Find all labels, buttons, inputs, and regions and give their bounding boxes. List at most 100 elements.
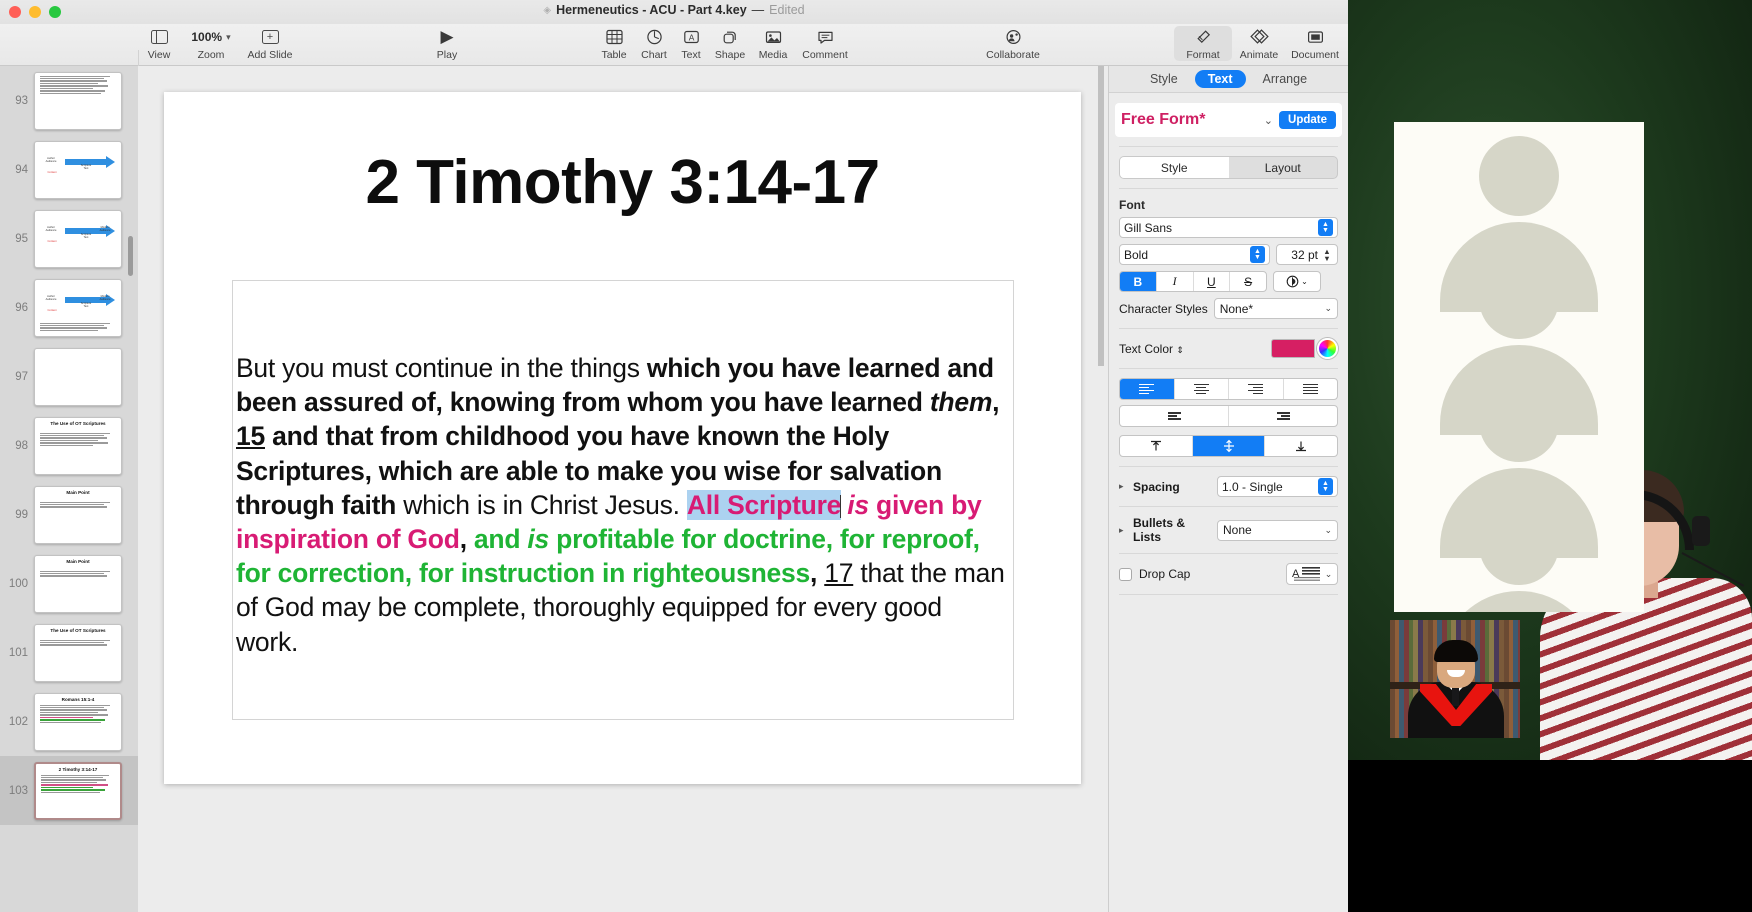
align-top-button[interactable] bbox=[1120, 436, 1193, 456]
format-button[interactable]: Format bbox=[1174, 26, 1232, 61]
tab-arrange[interactable]: Arrange bbox=[1250, 70, 1320, 88]
paragraph-style-name[interactable]: Free Form* bbox=[1121, 111, 1258, 129]
vertical-alignment-group[interactable] bbox=[1119, 435, 1338, 457]
align-justify-button[interactable] bbox=[1284, 379, 1338, 399]
bullets-lists-row[interactable]: ▸ Bullets & Lists None ⌄ bbox=[1119, 516, 1338, 544]
disclosure-triangle-icon[interactable]: ▸ bbox=[1119, 525, 1127, 536]
slide-canvas[interactable]: 2 Timothy 3:14-17 But you must continue … bbox=[164, 92, 1081, 784]
slide-preview[interactable]: The Use of OT Scriptures bbox=[34, 416, 122, 475]
italic-button[interactable]: I bbox=[1157, 272, 1194, 291]
slide-thumbnail-102[interactable]: 102 Romans 15:1-4 bbox=[0, 687, 138, 756]
video-tile-avatar-placeholder[interactable] bbox=[1394, 122, 1644, 612]
media-button[interactable]: Media bbox=[744, 26, 802, 61]
drop-cap-preview-button[interactable]: A ⌄ bbox=[1286, 563, 1338, 585]
slide-preview[interactable]: Main Point bbox=[34, 554, 122, 613]
chevron-down-icon: ⌄ bbox=[1324, 568, 1333, 579]
inspector-tabs[interactable]: Style Text Arrange bbox=[1109, 66, 1348, 93]
slide-title[interactable]: 2 Timothy 3:14-17 bbox=[164, 147, 1081, 218]
update-style-button[interactable]: Update bbox=[1279, 111, 1336, 129]
slide-thumbnail-100[interactable]: 100 Main Point bbox=[0, 549, 138, 618]
horizontal-alignment-group[interactable] bbox=[1119, 378, 1338, 400]
comment-button[interactable]: Comment bbox=[796, 26, 854, 61]
slide-body-text[interactable]: But you must continue in the things whic… bbox=[236, 351, 1008, 659]
align-center-icon bbox=[1193, 383, 1209, 395]
slide-thumbnail-98[interactable]: 98 The Use of OT Scriptures bbox=[0, 411, 138, 480]
collaborate-button[interactable]: Collaborate bbox=[984, 26, 1042, 61]
align-middle-button[interactable] bbox=[1192, 436, 1266, 456]
slide-preview[interactable]: Author Audience Context Scripture Text bbox=[34, 140, 122, 199]
color-wheel-icon[interactable] bbox=[1317, 338, 1338, 359]
zoom-value-group[interactable]: 100% ▾ bbox=[191, 26, 230, 48]
slide-thumbnail-95[interactable]: 95 Author Audience Context Scripture Text Mode… bbox=[0, 204, 138, 273]
font-family-row[interactable]: Gill Sans ▲ ▼ bbox=[1119, 217, 1338, 238]
align-right-button[interactable] bbox=[1229, 379, 1284, 399]
zoom-control[interactable]: 100% ▾ Zoom bbox=[182, 26, 240, 61]
slide-preview[interactable]: 2 Timothy 3:14-17 bbox=[34, 761, 122, 820]
drop-cap-row[interactable]: Drop Cap A ⌄ bbox=[1119, 563, 1338, 585]
view-button[interactable]: View bbox=[130, 26, 188, 61]
thumbnail-title: Romans 15:1-4 bbox=[61, 696, 95, 702]
segment-style[interactable]: Style bbox=[1120, 157, 1229, 178]
paragraph-style-row[interactable]: Free Form* ⌄ Update bbox=[1115, 103, 1342, 137]
slide-preview[interactable]: The Use of OT Scriptures bbox=[34, 623, 122, 682]
text-color-row[interactable]: Text Color ⇕ bbox=[1119, 338, 1338, 359]
indent-group[interactable] bbox=[1119, 405, 1338, 427]
underline-button[interactable]: U bbox=[1194, 272, 1231, 291]
tab-text[interactable]: Text bbox=[1194, 70, 1246, 88]
increase-indent-button[interactable] bbox=[1229, 406, 1337, 426]
slide-thumbnail-97[interactable]: 97 bbox=[0, 342, 138, 411]
document-button[interactable]: Document bbox=[1286, 26, 1344, 61]
slide-preview[interactable] bbox=[34, 347, 122, 406]
font-weight-size-row[interactable]: Bold ▲ ▼ 32 pt ▲ ▼ bbox=[1119, 244, 1338, 265]
stepper-icon[interactable]: ▲ ▼ bbox=[1318, 219, 1333, 236]
slide-thumbnail-101[interactable]: 101 The Use of OT Scriptures bbox=[0, 618, 138, 687]
stepper-icon[interactable]: ▲ ▼ bbox=[1318, 478, 1333, 495]
strikethrough-button[interactable]: S bbox=[1230, 272, 1266, 291]
spacing-select[interactable]: 1.0 - Single ▲ ▼ bbox=[1217, 476, 1338, 497]
play-button[interactable]: ▶ Play bbox=[418, 26, 476, 61]
drop-cap-checkbox[interactable] bbox=[1119, 567, 1132, 581]
canvas-scrollbar[interactable] bbox=[1098, 66, 1104, 366]
navigator-scrollbar[interactable] bbox=[128, 236, 133, 276]
align-left-button[interactable] bbox=[1120, 379, 1175, 399]
slide-thumbnail-93[interactable]: 93 bbox=[0, 66, 138, 135]
slide-navigator[interactable]: 93 94 Author Audience Context Scripture Text 95… bbox=[0, 66, 138, 912]
slide-preview[interactable]: Romans 15:1-4 bbox=[34, 692, 122, 751]
character-styles-select[interactable]: None* ⌄ bbox=[1213, 298, 1338, 319]
slide-thumbnail-94[interactable]: 94 Author Audience Context Scripture Text bbox=[0, 135, 138, 204]
text-style-buttons-row[interactable]: B I U S ⌄ bbox=[1119, 271, 1338, 292]
bold-button[interactable]: B bbox=[1120, 272, 1157, 291]
slide-preview[interactable]: Main Point bbox=[34, 485, 122, 544]
font-weight-select[interactable]: Bold ▲ ▼ bbox=[1119, 244, 1270, 265]
document-title[interactable]: Hermeneutics - ACU - Part 4.key bbox=[556, 3, 747, 17]
text-color-swatch[interactable] bbox=[1271, 339, 1315, 358]
text-icon: A bbox=[683, 26, 700, 48]
slide-preview[interactable]: Author Audience Context Scripture Text Modern… bbox=[34, 209, 122, 268]
spacing-row[interactable]: ▸ Spacing 1.0 - Single ▲ ▼ bbox=[1119, 476, 1338, 497]
chevron-down-icon[interactable]: ⌄ bbox=[1264, 114, 1273, 127]
bullets-select[interactable]: None ⌄ bbox=[1217, 519, 1338, 541]
tab-style[interactable]: Style bbox=[1137, 70, 1191, 88]
align-center-button[interactable] bbox=[1175, 379, 1229, 399]
disclosure-triangle-icon[interactable]: ▸ bbox=[1119, 481, 1127, 492]
slide-thumbnail-96[interactable]: 96 Author Audience Context Scripture Text Mode… bbox=[0, 273, 138, 342]
style-layout-segmented[interactable]: Style Layout bbox=[1119, 156, 1338, 179]
slide-thumbnail-99[interactable]: 99 Main Point bbox=[0, 480, 138, 549]
font-size-stepper[interactable]: 32 pt ▲ ▼ bbox=[1276, 244, 1338, 265]
slide-thumbnail-103[interactable]: 103 2 Timothy 3:14-17 bbox=[0, 756, 138, 825]
font-family-select[interactable]: Gill Sans ▲ ▼ bbox=[1119, 217, 1338, 238]
stepper-icon[interactable]: ▲ ▼ bbox=[1250, 246, 1265, 263]
video-tile-graduate[interactable] bbox=[1390, 620, 1520, 738]
text-options-button[interactable]: ⌄ bbox=[1273, 271, 1321, 292]
slide-preview[interactable]: Author Audience Context Scripture Text Modern… bbox=[34, 278, 122, 337]
segment-layout[interactable]: Layout bbox=[1229, 157, 1338, 178]
add-slide-button[interactable]: + Add Slide bbox=[241, 26, 299, 61]
text-style-group[interactable]: B I U S bbox=[1119, 271, 1267, 292]
decrease-indent-button[interactable] bbox=[1120, 406, 1229, 426]
animate-button[interactable]: Animate bbox=[1230, 26, 1288, 61]
character-styles-row[interactable]: Character Styles None* ⌄ bbox=[1119, 298, 1338, 319]
stepper-icon[interactable]: ▲ ▼ bbox=[1321, 247, 1333, 262]
slide-preview[interactable] bbox=[34, 71, 122, 130]
slide-text-box[interactable]: But you must continue in the things whic… bbox=[232, 280, 1014, 720]
align-bottom-button[interactable] bbox=[1265, 436, 1337, 456]
